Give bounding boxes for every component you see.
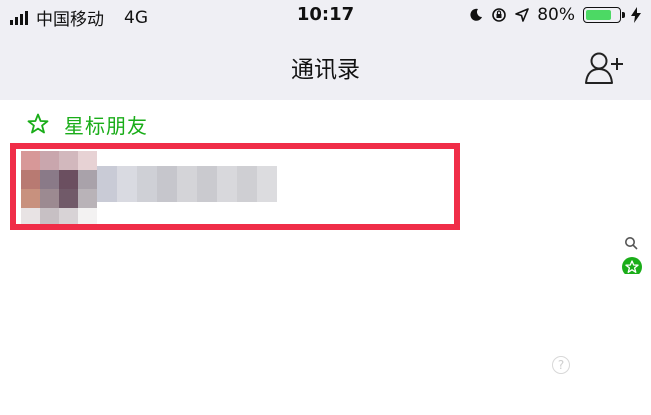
header: 中国移动 4G 10:17 80% 通讯录 bbox=[0, 0, 651, 100]
list-empty-area bbox=[0, 274, 651, 415]
star-outline-icon bbox=[27, 113, 49, 134]
battery-fill bbox=[586, 10, 611, 20]
battery-icon bbox=[583, 7, 625, 23]
location-icon bbox=[515, 8, 530, 22]
status-bar: 中国移动 4G 10:17 80% bbox=[0, 0, 651, 32]
orientation-lock-icon bbox=[492, 8, 507, 22]
watermark-logo-icon: ? bbox=[552, 356, 570, 374]
star-glyph-icon bbox=[625, 260, 639, 273]
starred-friends-label: 星标朋友 bbox=[64, 114, 148, 138]
highlight-box bbox=[10, 143, 460, 230]
moon-icon bbox=[470, 8, 483, 21]
add-contact-icon[interactable] bbox=[584, 50, 626, 86]
charging-icon bbox=[631, 7, 641, 23]
status-right: 80% bbox=[469, 5, 641, 25]
page-title: 通讯录 bbox=[291, 57, 360, 83]
battery-percent: 80% bbox=[537, 5, 575, 25]
search-icon[interactable] bbox=[624, 236, 638, 250]
